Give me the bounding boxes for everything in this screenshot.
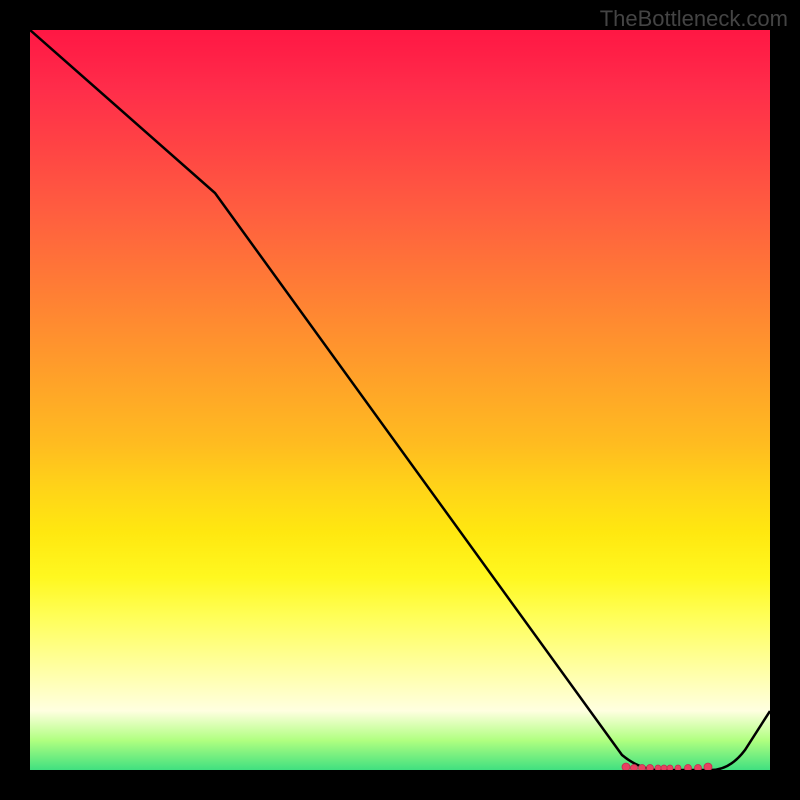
watermark-text: TheBottleneck.com [600,6,788,32]
curve-path [30,30,770,770]
chart-line-layer [30,30,770,770]
